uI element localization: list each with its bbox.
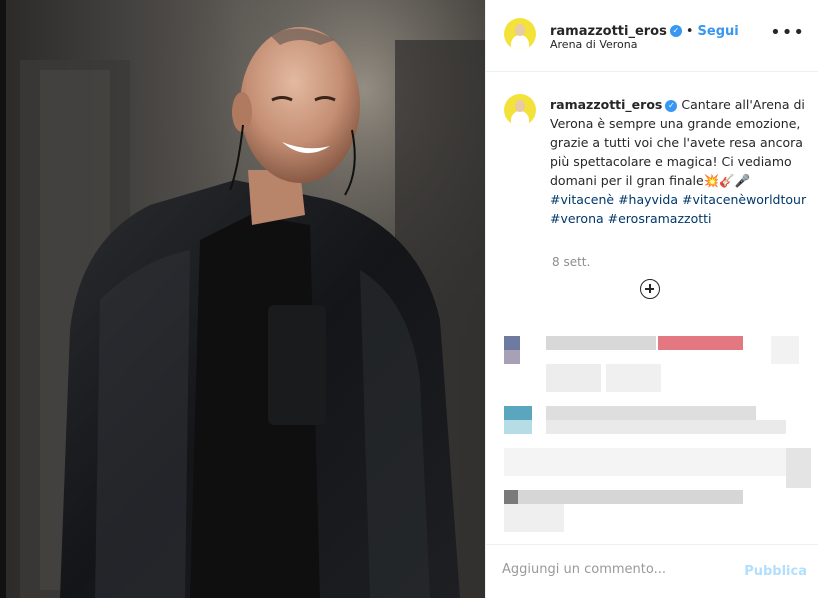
- blur-block: [771, 336, 799, 364]
- header-username[interactable]: ramazzotti_eros: [550, 24, 667, 39]
- blur-block: [658, 336, 743, 350]
- post-panel: ramazzotti_eros ✓ • Segui Arena di Verona •…: [485, 0, 818, 598]
- blur-block: [504, 350, 520, 364]
- post-header: ramazzotti_eros ✓ • Segui Arena di Verona •…: [486, 0, 818, 72]
- blur-block: [786, 448, 811, 488]
- blur-block: [546, 406, 756, 420]
- hashtag-link[interactable]: #erosramazzotti: [608, 211, 712, 226]
- hashtag-link[interactable]: #vitacenè: [550, 192, 614, 207]
- follow-button[interactable]: Segui: [698, 24, 739, 39]
- publish-button[interactable]: Pubblica: [744, 564, 807, 579]
- blur-block: [606, 364, 661, 392]
- hashtag-link[interactable]: #hayvida: [618, 192, 678, 207]
- caption-username[interactable]: ramazzotti_eros: [550, 97, 662, 112]
- blurred-comments: [486, 316, 818, 543]
- location-link[interactable]: Arena di Verona: [550, 38, 637, 51]
- hashtags: #vitacenè #hayvida #vitacenèworldtour #v…: [550, 190, 808, 228]
- blur-block: [518, 490, 743, 504]
- blur-block: [546, 364, 601, 392]
- comment-footer: Pubblica: [486, 544, 818, 598]
- caption: ramazzotti_eros ✓ Cantare all'Arena di Ve…: [550, 95, 808, 228]
- avatar-figure: [511, 111, 529, 126]
- comment-input[interactable]: [502, 562, 732, 577]
- blur-block: [504, 490, 518, 504]
- blur-block: [546, 336, 656, 350]
- post-photo[interactable]: [0, 0, 485, 598]
- blur-block: [504, 448, 804, 476]
- avatar-figure: [511, 35, 529, 50]
- post-timestamp[interactable]: 8 sett.: [552, 255, 590, 269]
- plus-circle-icon[interactable]: [640, 279, 660, 299]
- hashtag-link[interactable]: #vitacenèworldtour: [682, 192, 806, 207]
- blur-block: [504, 420, 532, 434]
- caption-avatar[interactable]: [504, 94, 536, 126]
- blur-block: [546, 420, 786, 434]
- verified-badge-icon: ✓: [669, 24, 682, 37]
- blur-block: [504, 406, 532, 420]
- blur-block: [504, 336, 520, 350]
- hashtag-link[interactable]: #verona: [550, 211, 604, 226]
- avatar-face: [515, 100, 525, 112]
- separator-dot: •: [685, 24, 694, 39]
- more-options-icon[interactable]: •••: [770, 24, 805, 42]
- header-user-row: ramazzotti_eros ✓ • Segui: [550, 20, 739, 39]
- avatar[interactable]: [504, 18, 536, 50]
- photo-image: [0, 0, 485, 598]
- blur-block: [504, 504, 564, 532]
- avatar-face: [515, 24, 525, 36]
- verified-badge-icon: ✓: [665, 99, 678, 112]
